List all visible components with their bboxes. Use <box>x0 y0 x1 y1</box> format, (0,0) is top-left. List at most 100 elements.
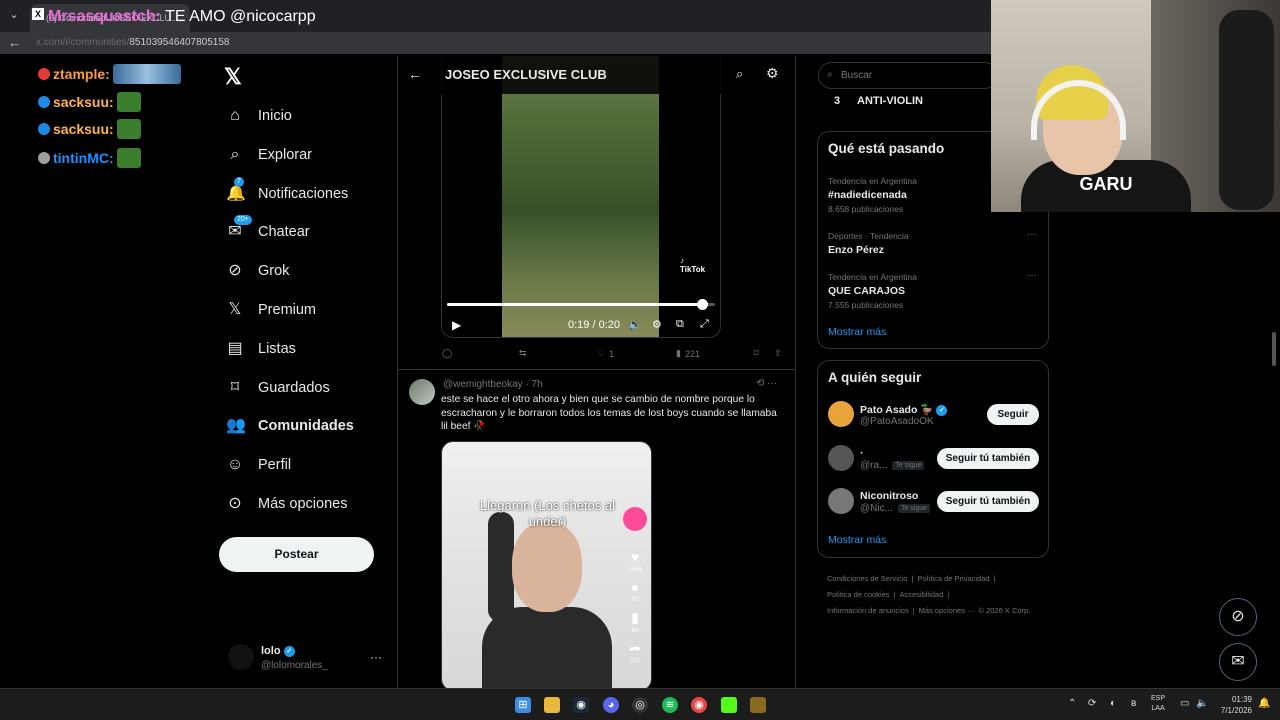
trend-name[interactable]: Enzo Pérez <box>828 244 884 256</box>
follow-button[interactable]: Seguir tú también <box>937 491 1039 512</box>
trend-name[interactable]: #nadiedicenada <box>828 189 907 201</box>
nav-item-mail[interactable]: ✉ 20+ Chatear <box>226 215 310 246</box>
follow-suggestion-name[interactable]: Niconitroso <box>860 490 918 502</box>
nav-item-bell[interactable]: 🔔 7 Notificaciones <box>226 176 348 208</box>
settings-icon[interactable]: ⚙ <box>652 318 662 331</box>
search-input[interactable]: ⌕ Buscar <box>818 62 998 89</box>
follow-button[interactable]: Seguir <box>987 404 1039 425</box>
nav-item-list[interactable]: ▤ Listas <box>226 335 295 363</box>
steam-icon[interactable]: ◉ <box>573 697 589 713</box>
follow-suggestion-name[interactable]: · <box>860 447 864 459</box>
volume-icon[interactable]: 🔈 <box>1196 698 1208 709</box>
display-icon[interactable]: ▭ <box>1180 698 1189 709</box>
show-more-follow[interactable]: Mostrar más <box>828 534 886 546</box>
follow-suggestion-name[interactable]: Pato Asado 🦆 ✓ <box>860 403 948 416</box>
tweet-handle[interactable]: @wemightbeokay <box>443 379 523 390</box>
more-dots-icon[interactable]: ··· <box>1027 229 1037 240</box>
show-more-trends[interactable]: Mostrar más <box>828 326 886 338</box>
nav-label: Perfil <box>258 457 292 474</box>
avatar[interactable] <box>409 379 435 405</box>
messages-fab-icon[interactable]: ✉ <box>1219 643 1257 681</box>
trend-name[interactable]: QUE CARAJOS <box>828 285 905 297</box>
video-seek-bar[interactable] <box>447 299 715 310</box>
heart-icon: ♡ <box>597 348 606 358</box>
nav-item-home[interactable]: ⌂ Inicio <box>226 102 292 130</box>
more-dots-icon[interactable]: ··· <box>767 378 777 389</box>
tweet-actions: ◯ ⇆ ♡ 1 ▮ 221 ⌑ ⇧ <box>398 348 795 364</box>
nav-item-more[interactable]: ⊙ Más opciones <box>226 490 347 518</box>
reply-icon[interactable]: ◯ <box>442 348 452 359</box>
avatar[interactable] <box>828 401 854 427</box>
play-icon[interactable]: ▶ <box>452 318 461 332</box>
verified-icon: ✓ <box>283 645 295 657</box>
bluetooth-icon[interactable]: ʙ <box>1131 698 1136 709</box>
nav-item-person[interactable]: ☺ Perfil <box>226 451 291 479</box>
footer-link[interactable]: Política de cookies <box>827 590 890 599</box>
pip-icon[interactable]: ⧉ <box>676 318 684 331</box>
timeline[interactable]: ← JOSEO EXCLUSIVE CLUB ⌕ ⚙ ♪ TikTok ▶ 0:… <box>397 56 796 688</box>
follow-button[interactable]: Seguir tú también <box>937 448 1039 469</box>
kick-icon[interactable] <box>721 697 737 713</box>
views-button[interactable]: ▮ 221 <box>676 348 700 359</box>
spotify-icon[interactable]: ≋ <box>662 697 678 713</box>
language-indicator[interactable]: ESP LAA <box>1151 694 1165 714</box>
sync-icon[interactable]: ⟳ <box>1088 698 1096 709</box>
grok-fab-icon[interactable]: ⊘ <box>1219 598 1257 636</box>
more-dots-icon[interactable]: ··· <box>370 650 382 664</box>
communities-icon: 👥 <box>226 417 246 435</box>
repost-icon[interactable]: ⇆ <box>519 348 527 359</box>
x-logo-icon[interactable]: 𝕏 <box>224 64 248 89</box>
network-icon[interactable]: ◐ <box>1110 698 1116 709</box>
stream-alert-user: Mrsasquastch: <box>48 8 161 25</box>
footer-link[interactable]: Más opciones ··· <box>919 606 975 615</box>
app-icon[interactable] <box>750 697 766 713</box>
clock[interactable]: 01:39 7/1/2026 <box>1214 694 1252 716</box>
nav-label: Explorar <box>258 146 312 163</box>
notifications-icon[interactable]: 🔔 <box>1258 698 1270 709</box>
footer-link[interactable]: Accesibilidad <box>900 590 944 599</box>
scrollbar[interactable] <box>1272 332 1276 366</box>
search-icon[interactable]: ⌕ <box>736 66 743 82</box>
chat-emote-icon <box>112 64 181 84</box>
video-player[interactable]: ♪ TikTok ▶ 0:19 / 0:20 🔈 ⚙ ⧉ ⤢ <box>441 56 721 338</box>
nav-item-bookmark[interactable]: ⌑ Guardados <box>226 374 330 402</box>
avatar[interactable] <box>828 488 854 514</box>
grok-icon[interactable]: ⟲ <box>756 378 764 389</box>
avatar[interactable] <box>828 445 854 471</box>
more-dots-icon[interactable]: ··· <box>1027 270 1037 281</box>
nav-item-search[interactable]: ⌕ Explorar <box>226 141 312 169</box>
discord-icon[interactable]: ◕ <box>603 697 619 713</box>
footer-link[interactable]: Condiciones de Servicio <box>827 574 907 583</box>
nav-item-x[interactable]: 𝕏 Premium <box>226 296 316 324</box>
bookmark-icon[interactable]: ⌑ <box>754 348 759 359</box>
top-list-item[interactable]: 3 ANTI-VIOLIN <box>818 90 998 112</box>
chrome-icon[interactable]: ◉ <box>691 697 707 713</box>
start-icon[interactable]: ⊞ <box>515 697 531 713</box>
back-arrow-icon[interactable]: ← <box>408 66 422 82</box>
account-switcher[interactable]: lolo ✓ @lolomorales_ ··· <box>228 642 388 676</box>
nav-label: Más opciones <box>258 496 348 512</box>
footer-link[interactable]: Información de anuncios <box>827 606 909 615</box>
obs-icon[interactable]: ◎ <box>632 697 648 713</box>
embedded-video[interactable]: Llegaron (Los chetos al under) ♥ 4,665 ● 9… <box>441 441 652 688</box>
video-caption: Llegaron (Los chetos al under) <box>479 498 616 529</box>
tray-chevron-icon[interactable]: ⌃ <box>1068 698 1076 709</box>
footer-link[interactable]: © 2026 X Corp. <box>979 606 1031 615</box>
folder-icon[interactable] <box>544 697 560 713</box>
nav-item-grok[interactable]: ⊘ Grok <box>226 257 289 285</box>
page-title: JOSEO EXCLUSIVE CLUB <box>445 67 607 82</box>
gear-icon[interactable]: ⚙ <box>766 65 779 82</box>
url-text[interactable]: x.com/i/communities/851039546407805158 <box>36 37 229 48</box>
footer-link[interactable]: Política de Privacidad <box>917 574 989 583</box>
tweet-options[interactable]: ⟲ ··· <box>756 378 777 389</box>
like-button[interactable]: ♡ 1 <box>597 348 614 359</box>
browser-back-icon[interactable]: ← <box>8 35 21 50</box>
seek-handle[interactable] <box>696 299 708 310</box>
fullscreen-icon[interactable]: ⤢ <box>700 318 709 331</box>
footer-separator: | <box>947 590 950 599</box>
share-icon[interactable]: ⇧ <box>774 348 782 359</box>
post-button[interactable]: Postear <box>219 537 374 572</box>
tab-search-icon[interactable]: ⌄ <box>6 8 22 24</box>
nav-item-communities[interactable]: 👥 Comunidades <box>226 412 354 440</box>
volume-icon[interactable]: 🔈 <box>628 318 642 331</box>
